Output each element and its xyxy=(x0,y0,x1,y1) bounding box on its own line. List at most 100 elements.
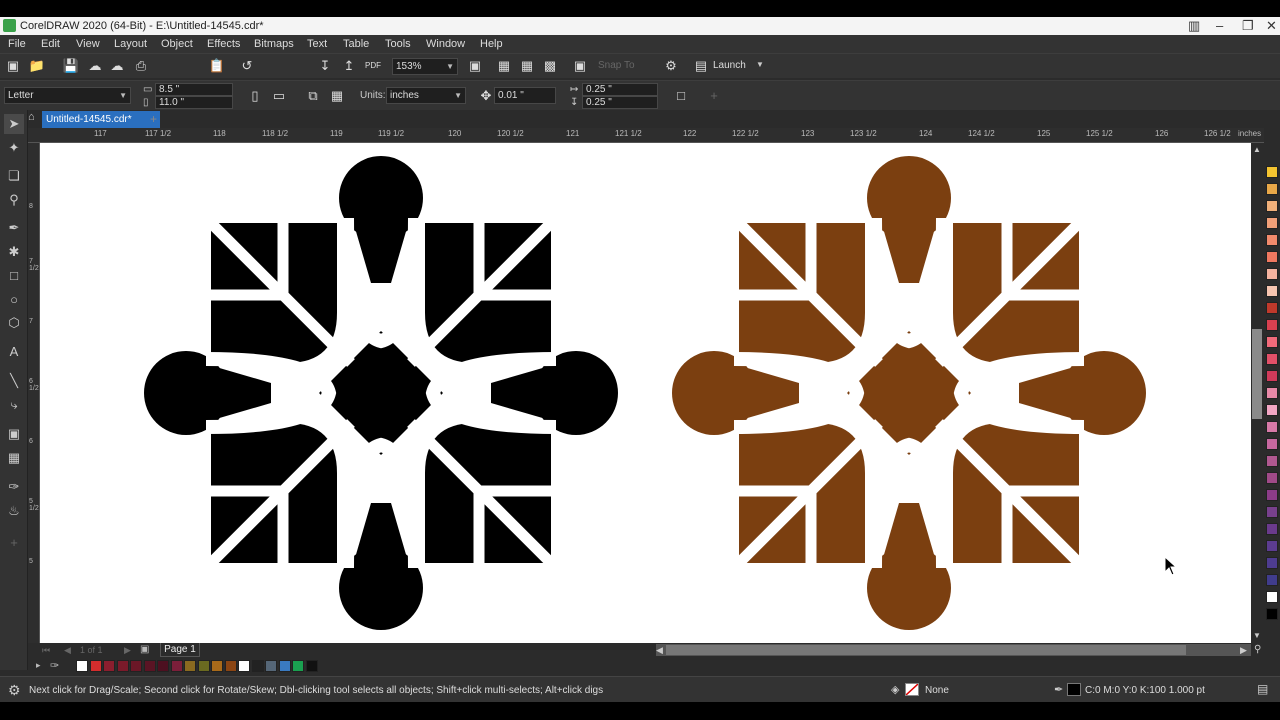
menu-effects[interactable]: Effects xyxy=(207,38,240,50)
launch-icon[interactable]: ▤ xyxy=(692,57,710,75)
palette-swatch[interactable] xyxy=(1266,285,1278,297)
palette-swatch[interactable] xyxy=(1266,421,1278,433)
document-palette-swatch[interactable] xyxy=(292,660,304,672)
palette-swatch[interactable] xyxy=(1266,336,1278,348)
document-palette-swatch[interactable] xyxy=(130,660,142,672)
connector-tool-icon[interactable]: ⤷ xyxy=(4,395,24,415)
palette-swatch[interactable] xyxy=(1266,319,1278,331)
palette-swatch[interactable] xyxy=(1266,540,1278,552)
document-palette-swatch[interactable] xyxy=(305,660,318,672)
export-icon[interactable]: ↥ xyxy=(340,57,358,75)
outline-swatch[interactable] xyxy=(1067,683,1081,696)
menu-file[interactable]: File xyxy=(8,38,26,50)
document-palette-swatch[interactable] xyxy=(76,660,88,672)
polygon-tool-icon[interactable]: ⬡ xyxy=(4,313,24,333)
close-button[interactable]: ✕ xyxy=(1266,18,1277,34)
palette-swatch[interactable] xyxy=(1266,489,1278,501)
horizontal-scroll-thumb[interactable] xyxy=(666,645,1186,655)
palette-swatch[interactable] xyxy=(1266,455,1278,467)
status-settings-gear-icon[interactable]: ⚙ xyxy=(8,682,21,699)
palette-swatch[interactable] xyxy=(1266,523,1278,535)
ellipse-tool-icon[interactable]: ○ xyxy=(4,290,24,310)
grid-icon[interactable]: ▦ xyxy=(518,57,536,75)
guidelines-icon[interactable]: ▩ xyxy=(541,57,559,75)
page-height-field[interactable]: 11.0 " xyxy=(155,96,233,109)
pdf-export-icon[interactable]: PDF xyxy=(364,57,382,75)
menu-object[interactable]: Object xyxy=(161,38,193,50)
palette-arrow-icon[interactable]: ▸ xyxy=(36,660,41,671)
scroll-right-icon[interactable]: ▶ xyxy=(1240,645,1247,656)
palette-swatch[interactable] xyxy=(1266,268,1278,280)
document-palette-swatch[interactable] xyxy=(265,660,277,672)
vertical-scroll-thumb[interactable] xyxy=(1252,329,1262,419)
launch-button[interactable]: Launch xyxy=(713,60,746,71)
import-icon[interactable]: ↧ xyxy=(316,57,334,75)
palette-swatch[interactable] xyxy=(1266,200,1278,212)
paste-icon[interactable]: 📋 xyxy=(208,57,226,75)
page-width-field[interactable]: 8.5 " xyxy=(155,83,233,96)
zoom-level-field[interactable]: 153% ▼ xyxy=(392,58,458,75)
palette-swatch[interactable] xyxy=(1266,166,1278,178)
horizontal-scrollbar[interactable] xyxy=(656,644,1251,656)
document-palette-swatch[interactable] xyxy=(89,660,102,672)
text-tool-icon[interactable]: A xyxy=(4,342,24,362)
fill-bucket-icon[interactable]: ◈ xyxy=(891,683,899,696)
launch-chevron-down-icon[interactable]: ▼ xyxy=(756,60,764,69)
palette-swatch[interactable] xyxy=(1266,574,1278,586)
open-icon[interactable]: 📁 xyxy=(28,57,46,75)
cloud-upload-icon[interactable]: ☁ xyxy=(86,57,104,75)
palette-swatch[interactable] xyxy=(1266,302,1278,314)
document-palette-swatch[interactable] xyxy=(143,660,156,672)
palette-swatch[interactable] xyxy=(1266,472,1278,484)
document-tab[interactable]: Untitled-14545.cdr* xyxy=(42,111,160,128)
outline-pen-icon[interactable]: ✒ xyxy=(1054,683,1063,696)
palette-swatch[interactable] xyxy=(1266,251,1278,263)
home-icon[interactable]: ⌂ xyxy=(28,111,40,127)
scroll-up-icon[interactable]: ▲ xyxy=(1253,145,1261,154)
palette-swatch[interactable] xyxy=(1266,353,1278,365)
minimize-button[interactable]: – xyxy=(1216,18,1223,33)
prev-page-icon[interactable]: ◀ xyxy=(64,645,71,656)
palette-swatch[interactable] xyxy=(1266,183,1278,195)
palette-swatch[interactable] xyxy=(1266,217,1278,229)
page-tab[interactable]: Page 1 xyxy=(160,643,200,657)
vertical-scrollbar[interactable]: ▲ ▼ xyxy=(1251,143,1263,643)
portrait-icon[interactable]: ▯ xyxy=(246,87,264,105)
ornament-black[interactable] xyxy=(144,156,618,630)
settings-gear-icon[interactable]: ⚙ xyxy=(662,57,680,75)
duplicate-x-field[interactable]: 0.25 " xyxy=(582,83,658,96)
first-page-icon[interactable]: ⏮ xyxy=(42,645,50,656)
artistic-media-icon[interactable]: ✱ xyxy=(4,242,24,262)
zoom-tool-icon[interactable]: ⚲ xyxy=(4,190,24,210)
eyedropper-tool-icon[interactable]: ✑ xyxy=(4,477,24,497)
document-palette-swatch[interactable] xyxy=(278,660,291,672)
document-palette-swatch[interactable] xyxy=(157,660,169,672)
palette-swatch[interactable] xyxy=(1266,557,1278,569)
account-icon[interactable]: ▥ xyxy=(1188,18,1200,34)
menu-table[interactable]: Table xyxy=(343,38,369,50)
new-tab-icon[interactable]: + xyxy=(150,112,157,126)
horizontal-ruler[interactable]: 117 117 1/2 118 118 1/2 119 119 1/2 120 … xyxy=(28,128,1265,143)
transparency-tool-icon[interactable]: ▦ xyxy=(4,448,24,468)
palette-swatch[interactable] xyxy=(1266,387,1278,399)
palette-swatch[interactable] xyxy=(1266,438,1278,450)
menu-text[interactable]: Text xyxy=(307,38,327,50)
current-page-icon[interactable]: ▦ xyxy=(328,87,346,105)
save-icon[interactable]: 💾 xyxy=(62,57,80,75)
document-palette-swatch[interactable] xyxy=(197,660,210,672)
all-pages-icon[interactable]: ⧉ xyxy=(304,87,322,105)
menu-tools[interactable]: Tools xyxy=(385,38,411,50)
menu-help[interactable]: Help xyxy=(480,38,503,50)
maximize-button[interactable]: ❐ xyxy=(1242,18,1254,34)
units-select[interactable]: inches ▼ xyxy=(386,87,466,104)
palette-swatch[interactable] xyxy=(1266,404,1278,416)
palette-swatch[interactable] xyxy=(1266,370,1278,382)
snap-icon[interactable]: ▣ xyxy=(571,57,589,75)
document-palette-swatch[interactable] xyxy=(116,660,129,672)
menu-window[interactable]: Window xyxy=(426,38,465,50)
menu-view[interactable]: View xyxy=(76,38,100,50)
document-palette-swatch[interactable] xyxy=(238,660,250,672)
color-proof-icon[interactable]: ▤ xyxy=(1257,682,1268,696)
document-palette-swatch[interactable] xyxy=(224,660,237,672)
crop-tool-icon[interactable]: ❏ xyxy=(4,166,24,186)
